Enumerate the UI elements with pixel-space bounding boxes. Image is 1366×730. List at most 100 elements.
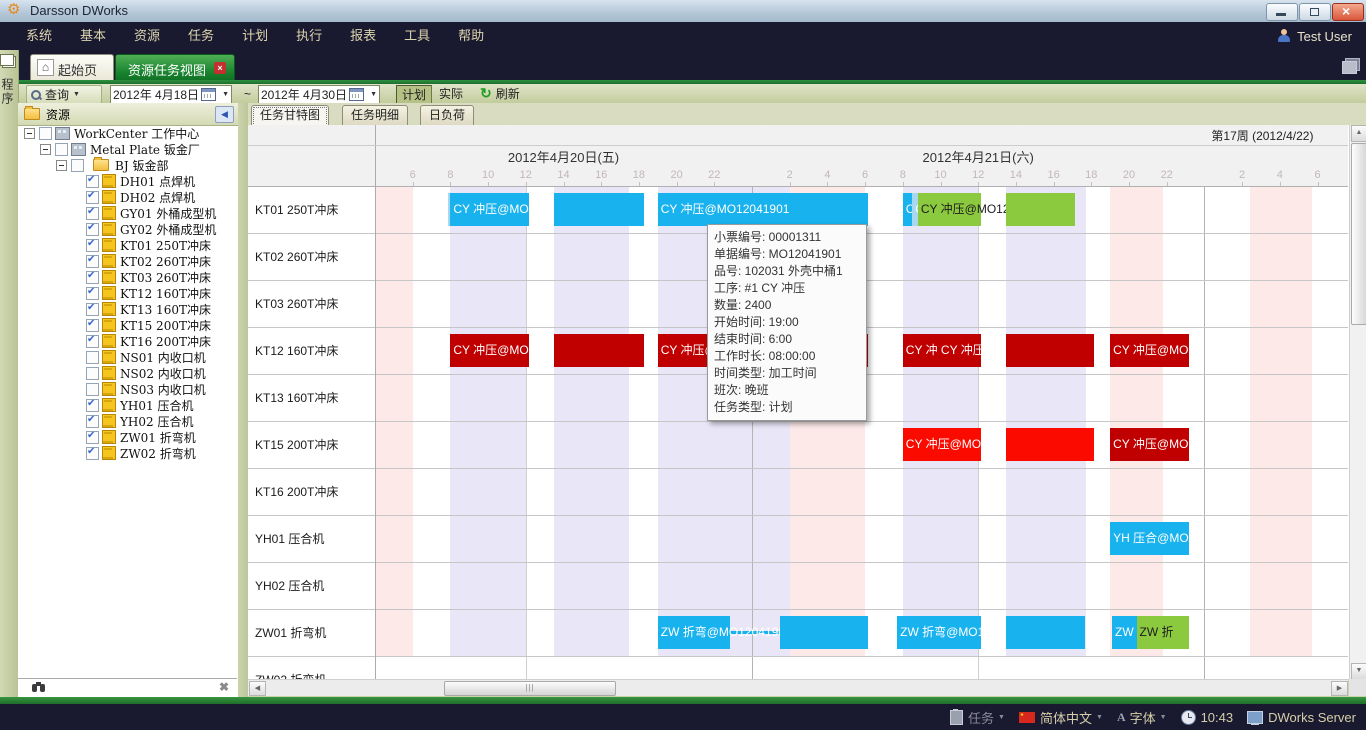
tree-checkbox[interactable] — [86, 207, 99, 220]
tree-checkbox[interactable] — [86, 399, 99, 412]
date-to-dropdown-icon[interactable]: ▼ — [370, 91, 377, 98]
tab-resource-task-view[interactable]: 资源任务视图 — [115, 54, 235, 81]
menu-item[interactable]: 工具 — [390, 22, 444, 50]
gantt-task-bar[interactable] — [1006, 428, 1094, 461]
tree-checkbox[interactable] — [86, 271, 99, 284]
tree-item-machine[interactable]: YH01 压合机 — [18, 397, 238, 413]
tree-checkbox[interactable] — [71, 159, 84, 172]
menu-item[interactable]: 任务 — [174, 22, 228, 50]
status-item-server[interactable]: DWorks Server — [1247, 710, 1356, 725]
scroll-left-icon[interactable]: ◀ — [249, 681, 266, 696]
tree-checkbox[interactable] — [86, 287, 99, 300]
gantt-task-bar[interactable]: CY 冲压@MO1 — [1110, 334, 1188, 367]
panel-collapse-button[interactable]: ◀ — [215, 106, 234, 123]
tree-item-machine[interactable]: ZW02 折弯机 — [18, 445, 238, 461]
tree-item-workcenter[interactable]: WorkCenter 工作中心 — [18, 125, 238, 141]
status-item-clock[interactable]: 10:43 — [1181, 710, 1234, 725]
gantt-task-bar[interactable]: CY 冲压@MO12041901 — [658, 193, 868, 226]
gantt-task-bar[interactable]: ZW 折 — [1137, 616, 1189, 649]
actual-toggle-button[interactable]: 实际 — [434, 85, 468, 102]
vertical-scroll-thumb[interactable] — [1351, 143, 1366, 325]
gantt-task-bar[interactable] — [1006, 334, 1094, 367]
tree-item-machine[interactable]: DH01 点焊机 — [18, 173, 238, 189]
tab-home-page[interactable]: 起始页 — [30, 54, 114, 81]
query-dropdown-icon[interactable]: ▼ — [73, 91, 80, 98]
status-item-clipboard[interactable]: 任务▼ — [950, 708, 1005, 727]
tree-item-machine[interactable]: NS03 内收口机 — [18, 381, 238, 397]
gantt-task-bar[interactable]: CY 冲压@MO12041901 — [450, 193, 528, 226]
expand-collapse-icon[interactable] — [40, 144, 51, 155]
tree-item-machine[interactable]: KT02 260T冲床 — [18, 253, 238, 269]
calendar-icon[interactable] — [201, 88, 216, 101]
tree-checkbox[interactable] — [86, 367, 99, 380]
tree-checkbox[interactable] — [86, 431, 99, 444]
view-tab[interactable]: 日负荷 — [420, 105, 474, 126]
plan-toggle-button[interactable]: 计划 — [396, 85, 432, 104]
menu-item[interactable]: 执行 — [282, 22, 336, 50]
dropdown-arrow-icon[interactable]: ▼ — [1096, 714, 1103, 721]
tree-checkbox[interactable] — [86, 175, 99, 188]
calendar-icon[interactable] — [349, 88, 364, 101]
tree-item-machine[interactable]: GY02 外桶成型机 — [18, 221, 238, 237]
date-from-dropdown-icon[interactable]: ▼ — [222, 91, 229, 98]
menu-item[interactable]: 报表 — [336, 22, 390, 50]
dropdown-arrow-icon[interactable]: ▼ — [998, 714, 1005, 721]
binoculars-search-icon[interactable] — [32, 682, 46, 692]
date-to-field[interactable]: 2012年 4月30日 ▼ — [258, 85, 380, 104]
restore-button[interactable] — [1299, 3, 1331, 21]
close-button[interactable] — [1332, 3, 1364, 21]
tree-item-machine[interactable]: YH02 压合机 — [18, 413, 238, 429]
window-cascade-icon[interactable] — [1345, 58, 1360, 71]
tree-item-machine[interactable]: NS02 内收口机 — [18, 365, 238, 381]
refresh-button[interactable]: ↻ 刷新 — [480, 85, 520, 102]
tree-item-machine[interactable]: KT03 260T冲床 — [18, 269, 238, 285]
menu-item[interactable]: 计划 — [228, 22, 282, 50]
gantt-task-bar[interactable]: CY 冲压@MO12041902 — [918, 193, 981, 226]
tree-item-machine[interactable]: DH02 点焊机 — [18, 189, 238, 205]
tree-checkbox[interactable] — [86, 415, 99, 428]
side-strip-label[interactable]: 程序 — [2, 78, 16, 106]
gantt-task-bar[interactable]: CY 冲压@MO1 — [1110, 428, 1188, 461]
expand-collapse-icon[interactable] — [56, 160, 67, 171]
tree-checkbox[interactable] — [86, 223, 99, 236]
tree-checkbox[interactable] — [55, 143, 68, 156]
expand-collapse-icon[interactable] — [24, 128, 35, 139]
query-button[interactable]: 查询 ▼ — [26, 85, 102, 104]
clear-search-icon[interactable]: ✖ — [219, 680, 229, 694]
dock-panes-icon[interactable] — [2, 56, 16, 68]
tree-checkbox[interactable] — [86, 383, 99, 396]
gantt-task-bar[interactable] — [1006, 616, 1084, 649]
tree-checkbox[interactable] — [86, 319, 99, 332]
tree-item-machine[interactable]: KT01 250T冲床 — [18, 237, 238, 253]
tree-checkbox[interactable] — [86, 351, 99, 364]
tree-item-factory[interactable]: Metal Plate 钣金厂 — [18, 141, 238, 157]
tree-item-machine[interactable]: KT15 200T冲床 — [18, 317, 238, 333]
gantt-task-bar[interactable] — [1006, 193, 1075, 226]
date-from-field[interactable]: 2012年 4月18日 ▼ — [110, 85, 232, 104]
menu-item[interactable]: 资源 — [120, 22, 174, 50]
tree-checkbox[interactable] — [86, 335, 99, 348]
tree-checkbox[interactable] — [86, 239, 99, 252]
tree-item-machine[interactable]: NS01 内收口机 — [18, 349, 238, 365]
tree-item-machine[interactable]: ZW01 折弯机 — [18, 429, 238, 445]
scroll-down-icon[interactable]: ▼ — [1351, 663, 1366, 679]
tree-item-machine[interactable]: KT12 160T冲床 — [18, 285, 238, 301]
tree-checkbox[interactable] — [86, 191, 99, 204]
gantt-task-bar[interactable] — [554, 334, 644, 367]
gantt-task-bar[interactable]: CY 冲压@MO12041903 — [903, 428, 981, 461]
view-tab[interactable]: 任务明细 — [342, 105, 408, 126]
gantt-task-bar[interactable]: ZW 折弯@MO12041901 — [658, 616, 731, 649]
scroll-right-icon[interactable]: ▶ — [1331, 681, 1348, 696]
minimize-button[interactable] — [1266, 3, 1298, 21]
tree-checkbox[interactable] — [86, 255, 99, 268]
gantt-task-bar[interactable]: ZW 折弯@MO12041901 — [897, 616, 981, 649]
tree-checkbox[interactable] — [39, 127, 52, 140]
tree-item-machine[interactable]: KT16 200T冲床 — [18, 333, 238, 349]
tree-item-machine[interactable]: GY01 外桶成型机 — [18, 205, 238, 221]
tree-item-machine[interactable]: KT13 160T冲床 — [18, 301, 238, 317]
tree-search-bar[interactable]: ✖ — [18, 678, 237, 697]
vertical-scrollbar[interactable]: ▲ ▼ — [1349, 125, 1366, 679]
gantt-task-bar[interactable] — [554, 193, 644, 226]
status-item-font[interactable]: A字体▼ — [1117, 708, 1167, 727]
gantt-task-bar[interactable] — [780, 616, 868, 649]
